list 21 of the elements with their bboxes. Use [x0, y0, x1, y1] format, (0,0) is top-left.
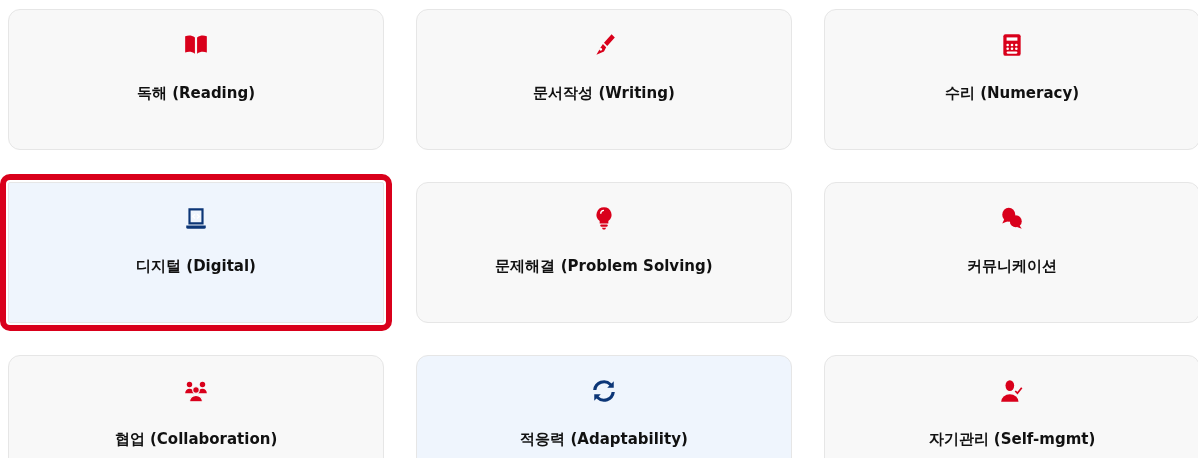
- skill-card[interactable]: 문제해결 (Problem Solving): [416, 182, 792, 323]
- card-label: 적응력 (Adaptability): [520, 430, 688, 449]
- card-label: 협업 (Collaboration): [114, 430, 278, 449]
- skill-card[interactable]: 적응력 (Adaptability): [416, 355, 792, 458]
- card-label: 커뮤니케이션: [967, 257, 1057, 276]
- card-label: 수리 (Numeracy): [944, 84, 1080, 103]
- person-check-icon: [999, 378, 1025, 404]
- skill-card[interactable]: 협업 (Collaboration): [8, 355, 384, 458]
- skill-card[interactable]: 문서작성 (Writing): [416, 9, 792, 150]
- skill-card[interactable]: 커뮤니케이션: [824, 182, 1198, 323]
- skill-card[interactable]: 수리 (Numeracy): [824, 9, 1198, 150]
- card-label: 문제해결 (Problem Solving): [495, 257, 713, 276]
- card-label: 디지털 (Digital): [136, 257, 256, 276]
- laptop-icon: [183, 205, 209, 231]
- card-label: 독해 (Reading): [136, 84, 256, 103]
- skill-card[interactable]: 자기관리 (Self-mgmt): [824, 355, 1198, 458]
- skill-card[interactable]: 독해 (Reading): [8, 9, 384, 150]
- chat-bubbles-icon: [999, 205, 1025, 231]
- card-label: 자기관리 (Self-mgmt): [928, 430, 1096, 449]
- sync-icon: [591, 378, 617, 404]
- card-label: 문서작성 (Writing): [533, 84, 675, 103]
